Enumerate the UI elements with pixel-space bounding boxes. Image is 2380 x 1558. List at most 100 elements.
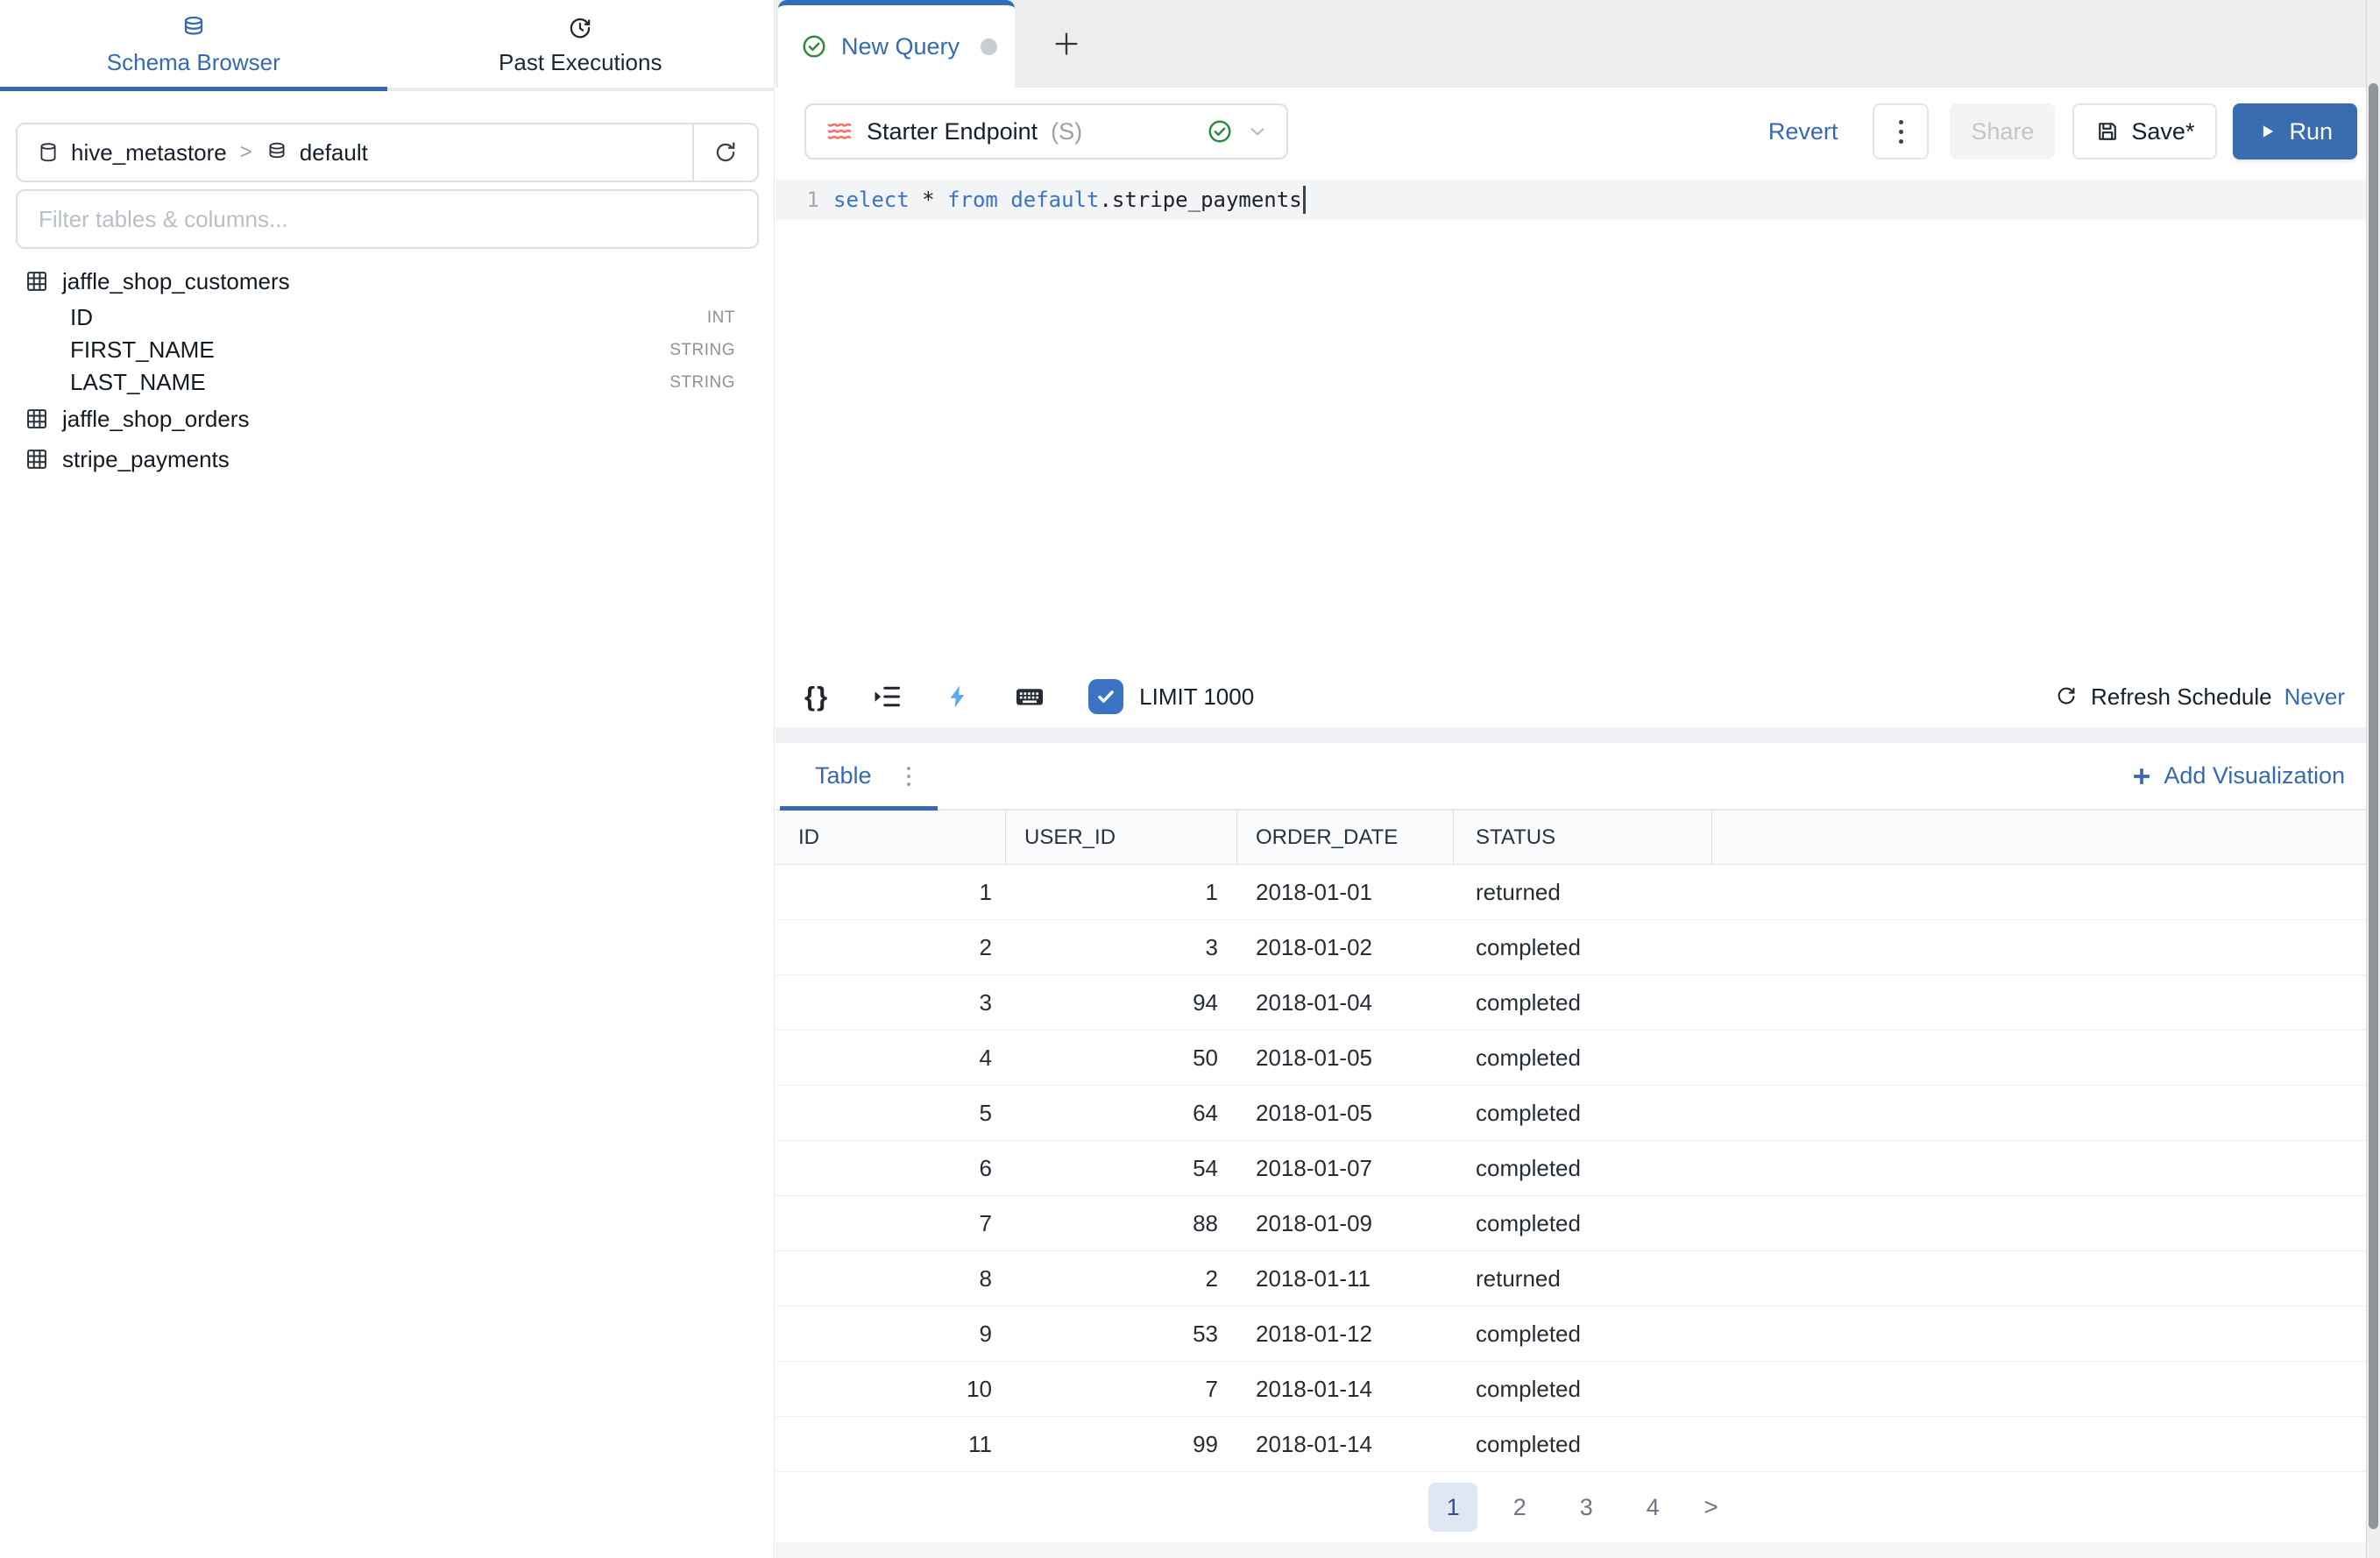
schema-table-name: jaffle_shop_customers [62,268,290,295]
table-cell: 2 [776,920,1006,974]
table-row[interactable]: 1072018-01-14completed [776,1362,2380,1417]
sql-token: .stripe_payments [1099,188,1301,212]
sql-token [910,188,922,212]
sql-code: select * from default.stripe_payments [833,186,1306,214]
column-header-id[interactable]: ID [776,811,1006,864]
table-grid-icon [25,407,49,431]
schema-filter-input[interactable] [16,189,759,249]
schema-column-item[interactable]: IDINT [0,301,774,334]
sql-token [998,188,1010,212]
table-row[interactable]: 6542018-01-07completed [776,1141,2380,1196]
table-row[interactable]: 822018-01-11returned [776,1251,2380,1307]
schema-filter [16,189,759,249]
tab-past-executions[interactable]: Past Executions [387,0,775,91]
table-row[interactable]: 7882018-01-09completed [776,1196,2380,1251]
column-header-order-date[interactable]: ORDER_DATE [1237,811,1454,864]
schema-column-name: FIRST_NAME [70,336,215,364]
table-row[interactable]: 9532018-01-12completed [776,1307,2380,1362]
schema-column-type: INT [707,308,735,328]
pagination: 1234 > [776,1472,2380,1542]
table-cell: 9 [776,1307,1006,1361]
refresh-schema-button[interactable] [692,124,757,181]
column-header-status[interactable]: STATUS [1454,811,1712,864]
lightning-icon[interactable] [945,683,971,710]
table-cell: 2018-01-02 [1237,920,1454,974]
refresh-schedule-value[interactable]: Never [2284,683,2345,711]
endpoint-stack-icon [824,117,854,146]
page-button-1[interactable]: 1 [1428,1483,1477,1532]
endpoint-selector[interactable]: Starter Endpoint (S) [804,103,1288,159]
tab-schema-browser[interactable]: Schema Browser [0,0,387,91]
scrollbar-thumb[interactable] [2369,83,2378,1529]
results-tab-menu-icon[interactable] [907,767,910,786]
play-icon [2257,122,2277,141]
table-cell: 6 [776,1141,1006,1195]
endpoint-size: (S) [1051,118,1082,145]
endpoint-status-icon [1207,118,1233,145]
add-tab-button[interactable] [1038,0,1094,88]
schema-table-item[interactable]: stripe_payments [0,439,774,479]
table-row[interactable]: 232018-01-02completed [776,920,2380,975]
database-icon [181,15,207,41]
table-cell: completed [1454,975,1712,1030]
table-cell: completed [1454,1086,1712,1140]
next-page-button[interactable]: > [1695,1493,1726,1521]
tab-schema-browser-label: Schema Browser [107,49,280,76]
refresh-schedule-label: Refresh Schedule [2091,683,2272,711]
table-grid-icon [25,269,49,294]
catalog-icon [37,141,60,164]
table-row[interactable]: 5642018-01-05completed [776,1086,2380,1141]
page-button-3[interactable]: 3 [1562,1483,1611,1532]
table-row[interactable]: 4502018-01-05completed [776,1030,2380,1086]
more-options-button[interactable] [1873,103,1929,159]
revert-button[interactable]: Revert [1768,118,1838,145]
table-cell: 2018-01-05 [1237,1086,1454,1140]
indent-icon[interactable] [871,681,903,712]
schema-icon [266,141,288,164]
table-cell: completed [1454,1362,1712,1416]
table-cell: 2018-01-05 [1237,1030,1454,1085]
breadcrumb-path[interactable]: hive_metastore > default [18,139,692,166]
table-row[interactable]: 11992018-01-14completed [776,1417,2380,1472]
schema-table-item[interactable]: jaffle_shop_orders [0,399,774,439]
page-button-4[interactable]: 4 [1628,1483,1677,1532]
page-button-2[interactable]: 2 [1495,1483,1544,1532]
schema-column-item[interactable]: FIRST_NAMESTRING [0,334,774,366]
vertical-scrollbar[interactable] [2366,0,2380,1558]
results-tab-table[interactable]: Table [815,762,872,790]
table-cell: completed [1454,1196,1712,1250]
save-icon [2095,119,2120,144]
column-header-user-id[interactable]: USER_ID [1006,811,1237,864]
limit-checkbox[interactable] [1088,679,1123,714]
keyboard-icon[interactable] [1013,680,1046,713]
share-button[interactable]: Share [1950,103,2055,159]
run-button[interactable]: Run [2233,103,2357,159]
table-cell: 5 [776,1086,1006,1140]
breadcrumb-schema[interactable]: default [300,139,368,166]
format-braces-icon[interactable]: {} [804,681,829,712]
schema-table-name: stripe_payments [62,446,230,473]
table-cell: 53 [1006,1307,1237,1361]
table-cell: 3 [776,975,1006,1030]
sql-editor[interactable]: 1 select * from default.stripe_payments [776,175,2380,666]
table-row[interactable]: 3942018-01-04completed [776,975,2380,1030]
limit-label[interactable]: LIMIT 1000 [1139,683,1254,711]
save-button-label: Save* [2131,118,2194,145]
table-cell: returned [1454,865,1712,919]
add-visualization-button[interactable]: Add Visualization [2130,762,2345,790]
schema-column-item[interactable]: LAST_NAMESTRING [0,366,774,399]
save-button[interactable]: Save* [2072,103,2217,159]
table-cell: 2018-01-11 [1237,1251,1454,1306]
table-cell: 11 [776,1417,1006,1471]
schema-table-item[interactable]: jaffle_shop_customers [0,261,774,301]
schema-column-name: LAST_NAME [70,369,206,396]
schema-table-name: jaffle_shop_orders [62,406,249,433]
table-cell: 88 [1006,1196,1237,1250]
table-row[interactable]: 112018-01-01returned [776,865,2380,920]
sql-token: * [922,188,934,212]
breadcrumb-catalog[interactable]: hive_metastore [71,139,227,166]
plus-icon [1052,29,1081,59]
table-cell: 50 [1006,1030,1237,1085]
table-cell: 64 [1006,1086,1237,1140]
query-tab-new-query[interactable]: New Query [778,0,1015,88]
